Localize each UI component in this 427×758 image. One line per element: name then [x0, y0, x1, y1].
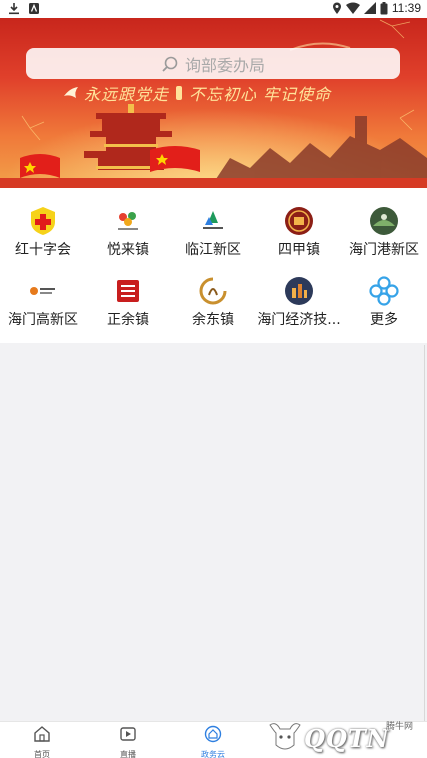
- grid-item-yuelai[interactable]: 悦来镇: [85, 206, 171, 259]
- grid-item-haimen-hitech[interactable]: 海门高新区: [0, 276, 86, 329]
- zhengyu-logo-icon: [113, 276, 143, 306]
- yudong-logo-icon: [198, 276, 228, 306]
- qqtn-watermark: QQTN 腾牛网: [260, 715, 427, 758]
- scrollbar[interactable]: [424, 345, 425, 721]
- sijia-logo-icon: [284, 206, 314, 236]
- grid-item-label: 更多: [370, 312, 398, 328]
- battery-icon: [380, 1, 388, 14]
- grid-item-label: 临江新区: [185, 242, 241, 258]
- grid-item-more[interactable]: 更多: [341, 276, 427, 329]
- haimen-econ-logo-icon: [284, 276, 314, 306]
- grid-item-zhengyu[interactable]: 正余镇: [85, 276, 171, 329]
- location-icon: [332, 2, 341, 14]
- grid-item-label: 海门港新区: [349, 242, 419, 258]
- grid-item-label: 红十字会: [15, 242, 71, 258]
- red-cross-icon: [28, 206, 58, 236]
- more-icon: [369, 276, 399, 306]
- watermark-logo-text: QQTN: [304, 724, 390, 753]
- status-time: 11:39: [391, 1, 421, 15]
- grid-item-label: 余东镇: [192, 312, 234, 328]
- search-placeholder: 询部委办局: [184, 55, 265, 75]
- nav-home[interactable]: 首页: [12, 725, 72, 758]
- home-icon: [34, 726, 50, 742]
- search-input[interactable]: 询部委办局: [26, 48, 400, 79]
- grid-item-linjiang[interactable]: 临江新区: [170, 206, 256, 259]
- status-bar: 11:39: [0, 0, 427, 18]
- notification-icon: [29, 3, 39, 14]
- download-icon: [9, 3, 19, 15]
- content-area: [0, 343, 427, 721]
- yuelai-logo-icon: [113, 206, 143, 236]
- slogan-separator: [176, 86, 183, 100]
- cloud-gov-icon: [204, 725, 222, 743]
- department-grid: 红十字会 悦来镇 临江新区 四甲镇 海门港新区 海门高新区 正余镇 余东镇 海门…: [0, 188, 427, 343]
- grid-item-red-cross[interactable]: 红十字会: [0, 206, 86, 259]
- banner-slogan: 永远跟党走 不忘初心 牢记使命: [62, 80, 382, 106]
- bull-logo-icon: [269, 723, 301, 750]
- nav-live-label: 直播: [120, 750, 136, 758]
- live-icon: [120, 727, 136, 741]
- grid-item-haimen-port[interactable]: 海门港新区: [341, 206, 427, 259]
- search-icon: [162, 56, 178, 72]
- slogan-left: 永远跟党走: [84, 85, 170, 104]
- haimen-port-logo-icon: [369, 206, 399, 236]
- grid-item-yudong[interactable]: 余东镇: [170, 276, 256, 329]
- signal-icon: [363, 2, 376, 14]
- grid-item-label: 悦来镇: [107, 242, 149, 258]
- nav-gov-cloud[interactable]: 政务云: [183, 725, 243, 758]
- nav-live[interactable]: 直播: [98, 725, 158, 758]
- dove-icon: [64, 87, 78, 98]
- watermark-site-text: 腾牛网: [385, 722, 413, 732]
- slogan-right: 不忘初心 牢记使命: [189, 85, 332, 104]
- grid-item-haimen-econ[interactable]: 海门经济技...: [256, 276, 342, 329]
- grid-item-label: 海门经济技...: [257, 312, 341, 328]
- grid-item-label: 四甲镇: [278, 242, 320, 258]
- grid-item-label: 海门高新区: [8, 312, 78, 328]
- nav-home-label: 首页: [34, 750, 50, 758]
- haimen-hitech-logo-icon: [28, 276, 58, 306]
- grid-item-sijia[interactable]: 四甲镇: [256, 206, 342, 259]
- header-banner: 询部委办局 永远跟党走 不忘初心 牢记使命: [0, 18, 427, 188]
- grid-item-label: 正余镇: [107, 312, 149, 328]
- nav-gov-cloud-label: 政务云: [201, 750, 225, 758]
- linjiang-logo-icon: [198, 206, 228, 236]
- wifi-icon: [345, 2, 360, 14]
